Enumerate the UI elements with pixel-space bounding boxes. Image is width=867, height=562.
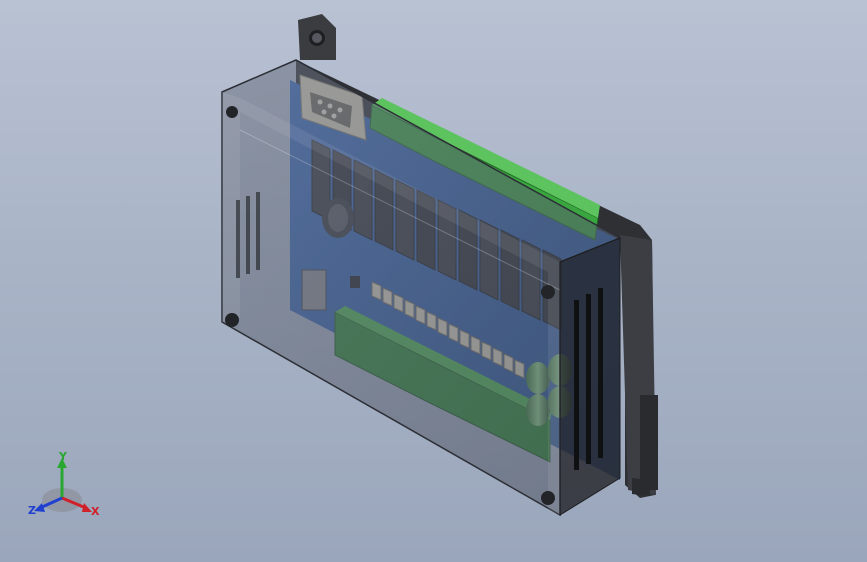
mounting-ear-top xyxy=(298,14,336,60)
z-axis-label: Z xyxy=(28,504,36,517)
y-axis-label: Y xyxy=(58,450,68,463)
x-axis-label: X xyxy=(91,505,100,518)
coordinate-triad: Y X Z xyxy=(28,450,100,518)
plc-model-render: Y X Z xyxy=(28,14,658,518)
housing-end-cap xyxy=(559,237,621,516)
3d-viewport[interactable]: Y X Z xyxy=(0,0,867,562)
